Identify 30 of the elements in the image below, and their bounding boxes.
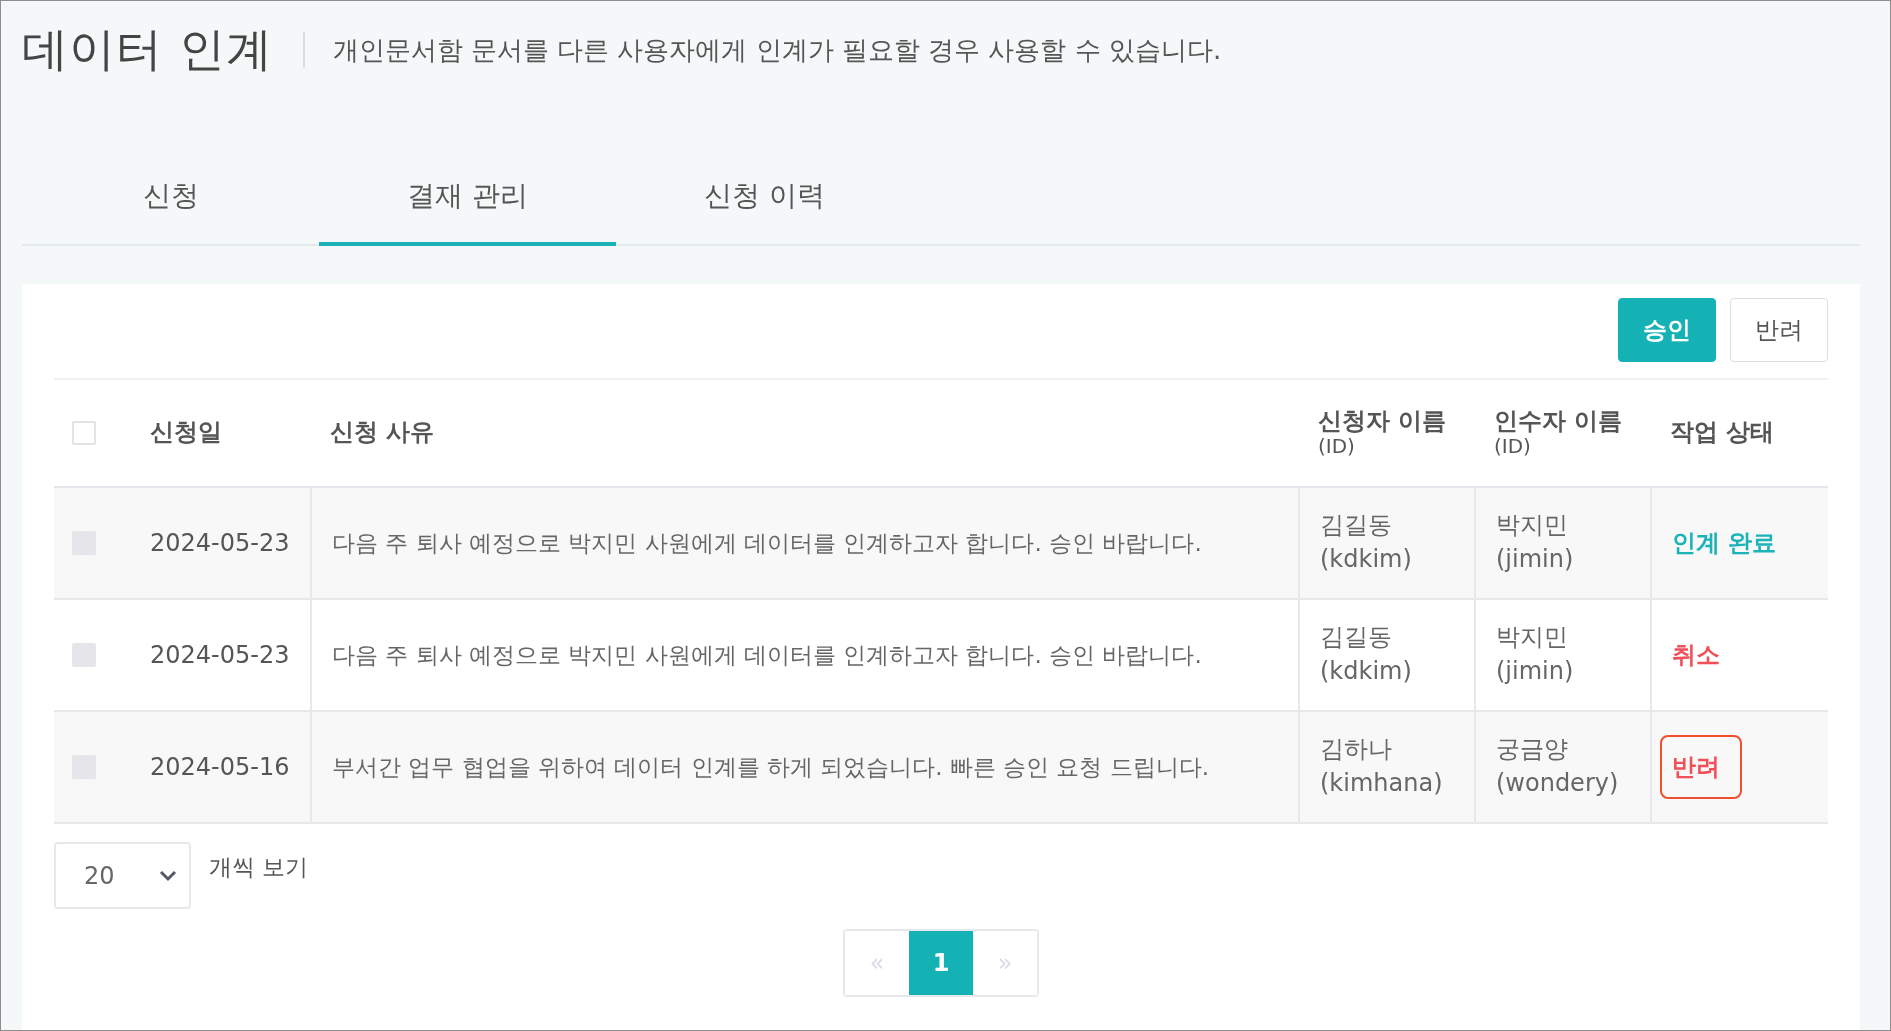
reason-cell-text: 다음 주 퇴사 예정으로 박지민 사원에게 데이터를 인계하고자 합니다. 승인 바랍니다. xyxy=(332,528,1202,558)
tab[interactable]: 결재 관리 xyxy=(319,150,616,246)
date-cell: 2024-05-23 xyxy=(150,529,290,557)
applicant-cell-text: 김길동 (kdkim) xyxy=(1320,510,1412,575)
status-label: 취소 xyxy=(1671,640,1721,671)
page-title: 데이터 인계 xyxy=(22,21,273,78)
reason-cell-text: 부서간 업무 협업을 위하여 데이터 인계를 하게 되었습니다. 빠른 승인 요청 드립니다. xyxy=(332,752,1210,782)
column-header: 작업 상태 xyxy=(1670,419,1775,447)
date-cell: 2024-05-23 xyxy=(150,641,290,669)
column-header: 신청일 xyxy=(150,419,222,447)
tab[interactable]: 신청 이력 xyxy=(616,150,913,246)
date-cell: 2024-05-16 xyxy=(150,753,290,781)
reason-cell-text: 다음 주 퇴사 예정으로 박지민 사원에게 데이터를 인계하고자 합니다. 승인 바랍니다. xyxy=(332,640,1202,670)
applicant-cell-text: 김하나 (kimhana) xyxy=(1320,734,1443,799)
page-description: 개인문서함 문서를 다른 사용자에게 인계가 필요할 경우 사용할 수 있습니다. xyxy=(332,33,1222,67)
receiver-cell-text: 궁금양 (wondery) xyxy=(1496,734,1619,799)
status-label: 인계 완료 xyxy=(1671,528,1778,559)
receiver-cell-text: 박지민 (jimin) xyxy=(1496,510,1574,575)
receiver-cell-text: 박지민 (jimin) xyxy=(1496,622,1574,687)
page-size-label: 개씩 보기 xyxy=(209,853,309,882)
status-label: 반려 xyxy=(1660,735,1742,799)
reject-button[interactable]: 반려 xyxy=(1730,298,1828,362)
chevron-down-icon xyxy=(159,869,177,882)
select-all-checkbox[interactable] xyxy=(72,421,96,445)
column-header: 인수자 이름 (ID) xyxy=(1494,407,1623,459)
column-header: 신청 사유 xyxy=(330,419,435,447)
applicant-cell-text: 김길동 (kdkim) xyxy=(1320,622,1412,687)
tab[interactable]: 신청 xyxy=(22,150,319,246)
column-header: 신청자 이름 (ID) xyxy=(1318,407,1447,459)
page-size-select[interactable]: 20 xyxy=(54,842,191,909)
